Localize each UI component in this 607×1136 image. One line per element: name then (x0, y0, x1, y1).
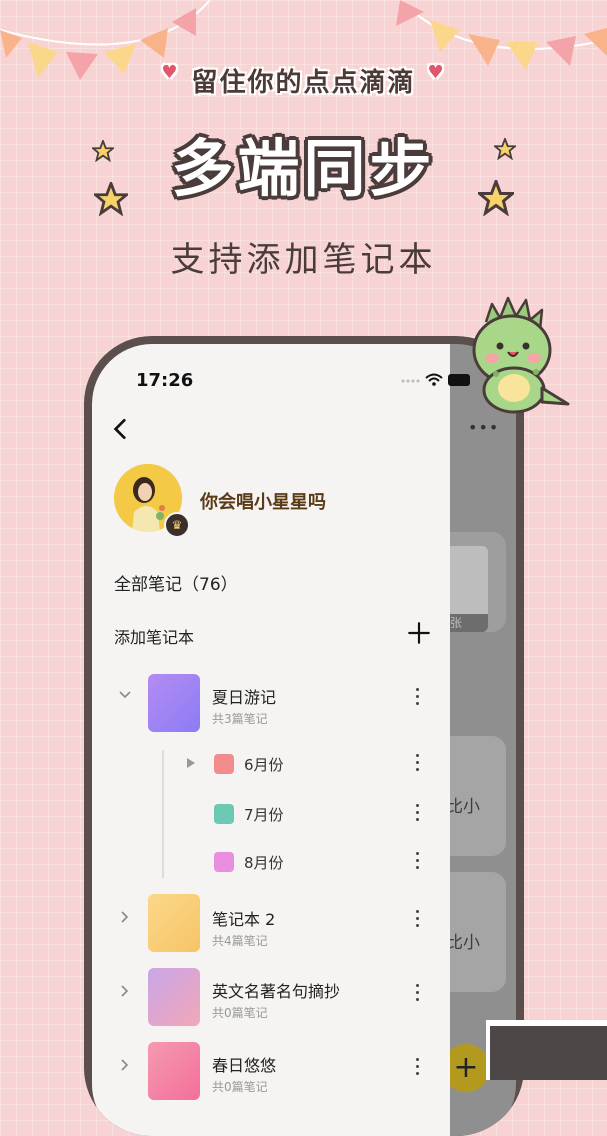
notebook-title: 春日悠悠 (212, 1056, 277, 1075)
notebook-count: 共4篇笔记 (212, 934, 268, 948)
background-snippet: 比小 (446, 797, 480, 817)
sub-notebook-icon (214, 804, 234, 824)
notebook-count: 共3篇笔记 (212, 712, 268, 726)
phone-frame: 张 比小 比小 ••• + 17:26 ♛ 你会唱小星星吗 全部笔记（76） 添… (84, 336, 524, 1136)
notebook-drawer: 17:26 ♛ 你会唱小星星吗 全部笔记（76） 添加笔记本 夏日游记 共3篇笔… (92, 344, 470, 1136)
all-notes-link[interactable]: 全部笔记（76） (114, 570, 238, 595)
chevron-down-icon[interactable] (118, 688, 132, 702)
notebook-title: 夏日游记 (212, 688, 277, 707)
notebook-title: 笔记本 2 (212, 910, 276, 929)
notebook-item[interactable]: 春日悠悠 共0篇笔记 (92, 1034, 450, 1100)
notebook-title: 英文名著名句摘抄 (212, 982, 341, 1001)
star-icon (92, 140, 114, 162)
more-options-icon[interactable] (414, 984, 420, 1004)
notebook-cover (148, 674, 200, 732)
notebook-count: 共0篇笔记 (212, 1006, 268, 1020)
notebook-item[interactable]: 英文名著名句摘抄 共0篇笔记 (92, 960, 450, 1026)
more-options-icon[interactable] (414, 852, 420, 872)
more-options-icon[interactable] (414, 910, 420, 930)
sub-notebook-icon (214, 754, 234, 774)
star-icon (94, 182, 128, 216)
sub-notebook-title: 7月份 (244, 806, 284, 824)
corner-thumbnail (486, 1020, 607, 1080)
heart-icon: ♥ (161, 62, 180, 83)
headline: 多端同步 (171, 132, 436, 205)
more-options-icon[interactable] (414, 804, 420, 824)
username: 你会唱小星星吗 (200, 492, 326, 513)
notebook-cover (148, 1042, 200, 1100)
more-options-icon[interactable] (414, 688, 420, 708)
more-options-icon[interactable] (414, 1058, 420, 1078)
thumbnail-image (490, 1026, 607, 1080)
notebook-item[interactable]: 夏日游记 共3篇笔记 (92, 666, 450, 732)
add-notebook-label: 添加笔记本 (114, 628, 195, 647)
crown-icon: ♛ (164, 512, 190, 538)
chevron-right-icon[interactable] (118, 910, 132, 924)
notebook-item[interactable]: 笔记本 2 共4篇笔记 (92, 886, 450, 952)
heart-icon: ♥ (427, 62, 446, 83)
subtitle: 支持添加笔记本 (170, 240, 437, 280)
dinosaur-mascot (472, 296, 570, 414)
sub-notebook-item[interactable]: 7月份 (92, 792, 450, 836)
chevron-right-icon[interactable] (118, 984, 132, 998)
sub-notebook-title: 8月份 (244, 854, 284, 872)
triangle-right-icon[interactable] (184, 756, 198, 770)
star-icon (494, 138, 516, 160)
notebook-cover (148, 894, 200, 952)
chevron-right-icon[interactable] (118, 1058, 132, 1072)
sub-notebook-icon (214, 852, 234, 872)
add-icon[interactable] (406, 620, 432, 646)
notebook-cover (148, 968, 200, 1026)
star-icon (478, 180, 514, 216)
tagline-text: 留住你的点点滴滴 (191, 68, 416, 98)
phone-screen: 张 比小 比小 ••• + 17:26 ♛ 你会唱小星星吗 全部笔记（76） 添… (92, 344, 516, 1136)
status-time: 17:26 (136, 370, 194, 391)
sub-notebook-item[interactable]: 8月份 (92, 840, 450, 884)
notebook-count: 共0篇笔记 (212, 1080, 268, 1094)
sub-notebook-item[interactable]: 6月份 (92, 742, 450, 786)
tagline: ♥ 留住你的点点滴滴 ♥ (0, 62, 607, 99)
back-icon[interactable] (108, 416, 134, 442)
more-options-icon[interactable] (414, 754, 420, 774)
sub-notebook-title: 6月份 (244, 756, 284, 774)
background-snippet: 比小 (446, 933, 480, 953)
